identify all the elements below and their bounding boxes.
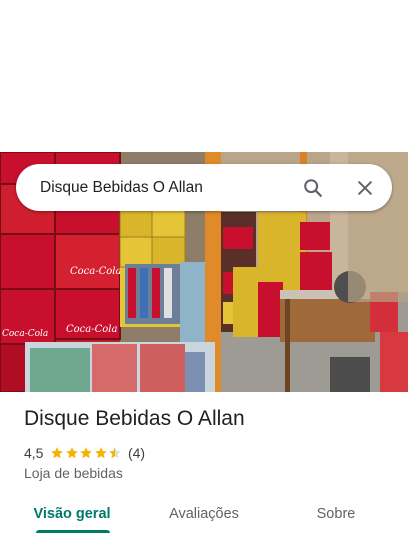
tab-sobre[interactable]: Sobre	[286, 496, 386, 534]
svg-text:Coca-Cola: Coca-Cola	[70, 266, 121, 277]
star-rating	[50, 446, 123, 460]
svg-text:Coca-Cola: Coca-Cola	[66, 324, 117, 335]
place-category[interactable]: Loja de bebidas	[24, 465, 123, 481]
search-button[interactable]	[296, 171, 330, 205]
review-count[interactable]: (4)	[128, 445, 145, 461]
svg-text:Coca-Cola: Coca-Cola	[2, 329, 48, 339]
star-icon	[109, 447, 122, 459]
star-icon	[95, 447, 107, 459]
search-icon	[304, 179, 322, 197]
rating-row[interactable]: 4,5 (4)	[24, 444, 145, 462]
star-icon	[51, 447, 64, 459]
rating-value: 4,5	[24, 445, 44, 461]
tab-visao-geral[interactable]: Visão geral	[22, 496, 122, 534]
place-name: Disque Bebidas O Allan	[24, 407, 245, 430]
search-bar[interactable]: Disque Bebidas O Allan	[16, 164, 392, 211]
tab-avaliacoes[interactable]: Avaliações	[154, 496, 254, 534]
star-icon	[80, 447, 93, 459]
star-icon	[66, 447, 78, 459]
search-input[interactable]: Disque Bebidas O Allan	[40, 164, 203, 211]
close-icon	[358, 181, 372, 195]
active-tab-indicator	[36, 530, 110, 533]
tab-bar: Visão geral Avaliações Sobre	[0, 496, 408, 544]
close-button[interactable]	[348, 171, 382, 205]
